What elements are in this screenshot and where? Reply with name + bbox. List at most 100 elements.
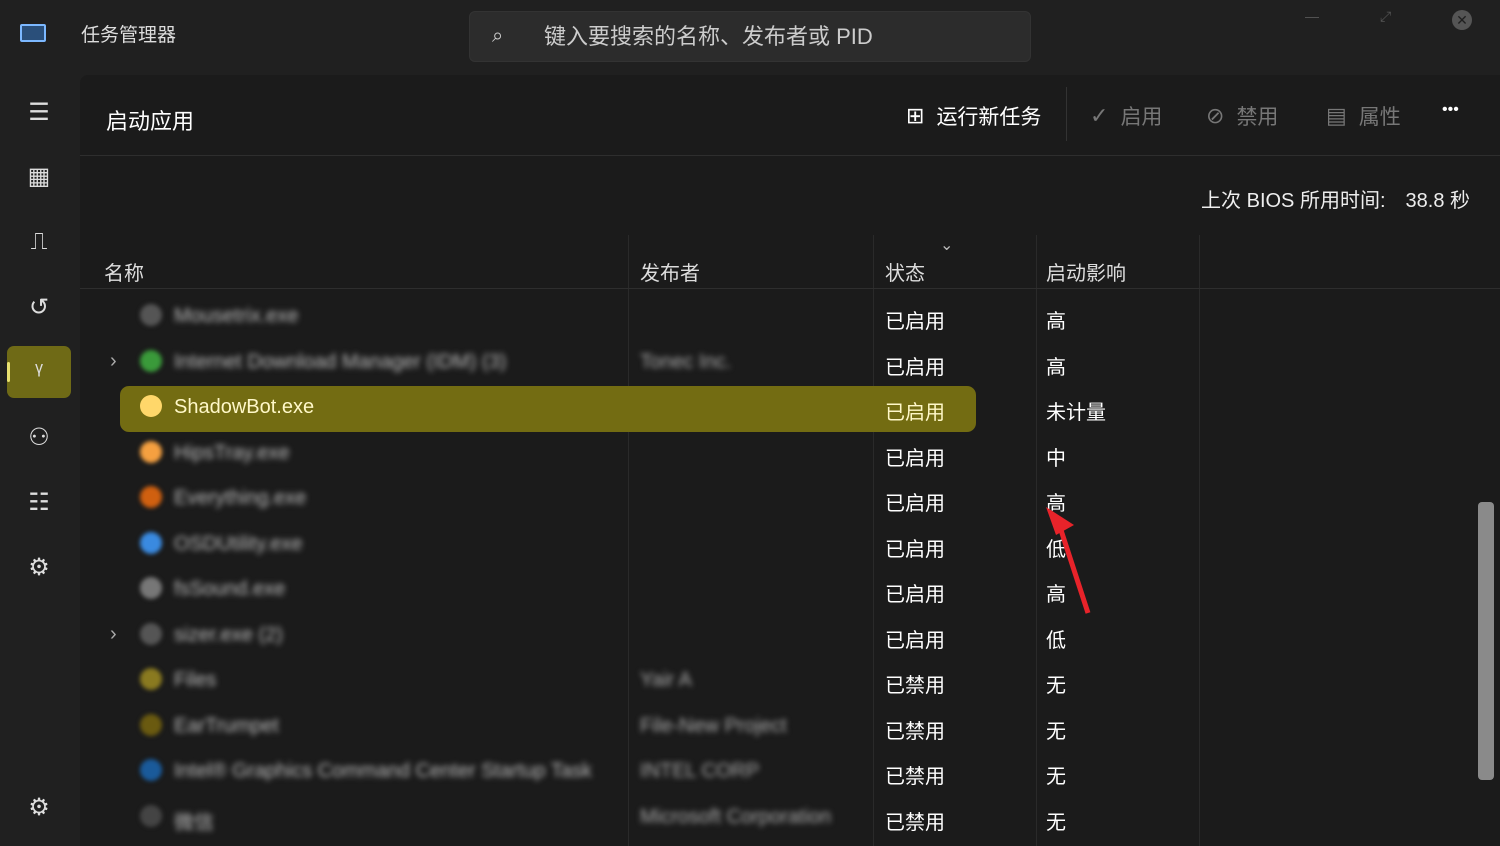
close-button[interactable]: ✕ — [1452, 10, 1472, 30]
minimize-button[interactable]: — — [1305, 8, 1319, 24]
sidebar-nav: ☰ ▦ ⎍ ↺ ᵞ ⚇ ☷ ⚙ ⚙ — [0, 75, 80, 846]
startup-impact: 未计量 — [1046, 402, 1106, 424]
table-row[interactable]: Files Yair A 已禁用 无 — [80, 659, 1500, 704]
status: 已启用 — [885, 629, 945, 652]
table-row[interactable]: Intel® Graphics Command Center Startup T… — [80, 750, 1500, 795]
check-icon: ✓ — [1090, 103, 1109, 128]
app-icon — [140, 486, 162, 508]
hamburger-menu-icon[interactable]: ☰ — [7, 86, 71, 138]
app-name: OSDUtility.exe — [174, 532, 303, 555]
table-row[interactable]: › sizer.exe (2) 已启用 低 — [80, 614, 1500, 659]
app-name: ShadowBot.exe — [174, 396, 315, 418]
table-row[interactable]: Everything.exe 已启用高 — [80, 477, 1500, 522]
toolbar-divider — [1066, 87, 1067, 141]
startup-impact: 高 — [1046, 356, 1066, 379]
users-icon[interactable]: ⚇ — [7, 411, 71, 463]
title-bar: 任务管理器 ⌕ — ⤢ ✕ — [0, 0, 1500, 75]
column-header-impact[interactable]: 启动影响 — [1046, 257, 1126, 286]
startup-impact: 无 — [1046, 766, 1066, 788]
disable-button[interactable]: ⊘ 禁用 — [1206, 101, 1278, 131]
services-icon[interactable]: ⚙ — [7, 541, 71, 593]
status: 已启用 — [885, 493, 945, 515]
maximize-button[interactable]: ⤢ — [1380, 8, 1391, 25]
performance-icon[interactable]: ⎍ — [7, 216, 71, 268]
status: 已启用 — [885, 447, 945, 470]
search-input[interactable] — [544, 22, 1004, 52]
startup-impact: 无 — [1046, 720, 1066, 743]
scrollbar-thumb[interactable] — [1478, 502, 1494, 780]
app-icon — [140, 622, 162, 645]
search-icon: ⌕ — [492, 25, 504, 47]
app-icon — [140, 349, 162, 372]
status: 已启用 — [885, 311, 945, 333]
add-task-icon: ⊞ — [906, 103, 925, 128]
app-icon — [140, 804, 162, 827]
status: 已启用 — [885, 584, 945, 606]
publisher: File-New Project — [640, 714, 787, 737]
app-name: Mousetrix.exe — [174, 305, 299, 327]
startup-impact: 无 — [1046, 811, 1066, 834]
app-name: 微信 — [174, 811, 214, 834]
table-row[interactable]: ShadowBot.exe 已启用 未计量 — [80, 386, 1500, 432]
column-header-publisher[interactable]: 发布者 — [640, 257, 700, 286]
table-row[interactable]: OSDUtility.exe 已启用低 — [80, 523, 1500, 568]
column-header-status[interactable]: 状态 — [885, 257, 925, 286]
app-icon — [140, 713, 162, 736]
processes-icon[interactable]: ▦ — [7, 150, 71, 202]
status: 已启用 — [885, 402, 945, 424]
startup-apps-icon[interactable]: ᵞ — [7, 346, 71, 398]
app-icon — [140, 440, 162, 463]
publisher: INTEL CORP — [640, 760, 760, 782]
app-icon — [140, 759, 162, 781]
app-name: HipsTray.exe — [174, 441, 290, 464]
app-icon — [140, 395, 162, 417]
task-manager-logo-icon — [20, 24, 46, 42]
table-row[interactable]: EarTrumpet File-New Project 已禁用 无 — [80, 705, 1500, 750]
sort-chevron-down-icon: ⌄ — [940, 237, 954, 254]
bios-time: 上次 BIOS 所用时间: 38.8 秒 — [1201, 190, 1470, 212]
app-history-icon[interactable]: ↺ — [7, 281, 71, 333]
table-row[interactable]: 微信 Microsoft Corporation 已禁用 无 — [80, 796, 1500, 841]
expand-chevron-icon[interactable]: › — [110, 623, 117, 646]
app-icon — [140, 577, 162, 599]
app-title: 任务管理器 — [81, 25, 177, 46]
table-row[interactable]: Mousetrix.exe 已启用 高 — [80, 295, 1500, 340]
properties-button[interactable]: ▤ 属性 — [1326, 101, 1401, 131]
app-name: Everything.exe — [174, 487, 307, 509]
column-header-name[interactable]: 名称 — [104, 257, 144, 286]
publisher: Microsoft Corporation — [640, 805, 832, 828]
search-box[interactable]: ⌕ — [469, 11, 1031, 62]
publisher: Yair A — [640, 669, 692, 691]
status: 已启用 — [885, 356, 945, 379]
status: 已禁用 — [885, 766, 945, 788]
app-icon — [140, 304, 162, 326]
app-name: sizer.exe (2) — [174, 623, 283, 646]
status: 已禁用 — [885, 811, 945, 834]
app-name: Files — [174, 669, 217, 691]
block-icon: ⊘ — [1206, 103, 1225, 128]
startup-apps-panel: 启动应用 ⊞ 运行新任务 ✓ 启用 ⊘ 禁用 ▤ 属性 ••• 上次 BIOS 所用时间… — [80, 75, 1500, 846]
status: 已禁用 — [885, 720, 945, 743]
publisher: Tonec Inc. — [640, 350, 732, 373]
startup-impact: 高 — [1046, 311, 1066, 333]
more-button[interactable]: ••• — [1442, 101, 1459, 119]
status: 已禁用 — [885, 675, 945, 697]
table-row[interactable]: HipsTray.exe 已启用 中 — [80, 432, 1500, 477]
app-name: fsSound.exe — [174, 578, 286, 600]
startup-impact: 无 — [1046, 675, 1066, 697]
red-arrow-annotation — [1046, 507, 1091, 614]
table-row[interactable]: fsSound.exe 已启用高 — [80, 568, 1500, 613]
app-name: Internet Download Manager (IDM) (3) — [174, 350, 507, 373]
app-name: Intel® Graphics Command Center Startup T… — [174, 760, 592, 782]
settings-icon[interactable]: ⚙ — [7, 781, 71, 833]
startup-impact: 中 — [1046, 447, 1066, 470]
expand-chevron-icon[interactable]: › — [110, 350, 117, 373]
app-icon — [140, 668, 162, 690]
enable-button[interactable]: ✓ 启用 — [1090, 101, 1162, 131]
app-icon — [140, 531, 162, 554]
run-new-task-button[interactable]: ⊞ 运行新任务 — [906, 101, 1041, 131]
details-icon[interactable]: ☷ — [7, 476, 71, 528]
page-title: 启动应用 — [106, 109, 195, 134]
header-divider — [80, 288, 1500, 289]
table-row[interactable]: › Internet Download Manager (IDM) (3) Tone… — [80, 341, 1500, 386]
